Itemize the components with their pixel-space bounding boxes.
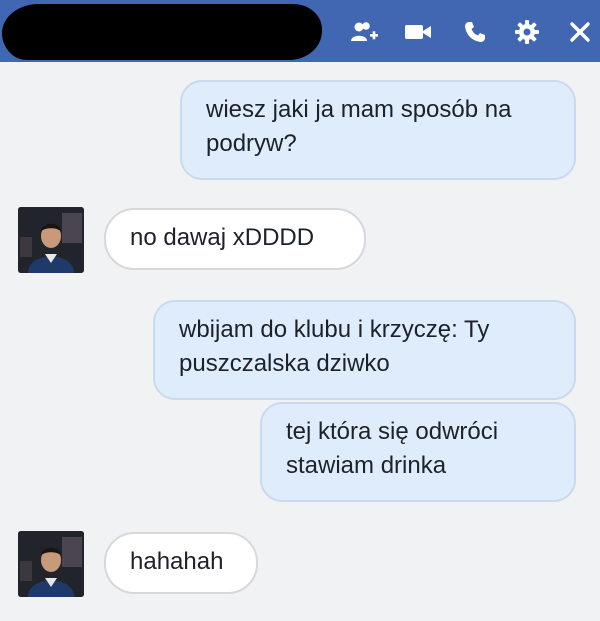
phone-call-icon[interactable] (460, 18, 490, 46)
message-bubble-incoming: hahahah (104, 532, 258, 594)
message-text: tej która się odwróci stawiam drinka (286, 418, 499, 479)
contact-avatar[interactable] (18, 207, 84, 273)
chat-header (0, 0, 600, 62)
contact-avatar[interactable] (18, 531, 84, 597)
settings-gear-icon[interactable] (512, 18, 542, 46)
video-call-icon[interactable] (403, 18, 433, 46)
message-text: no dawaj xDDDD (130, 224, 315, 251)
message-text: wbijam do klubu i krzyczę: Ty puszczalsk… (179, 316, 490, 377)
message-bubble-outgoing: tej która się odwróci stawiam drinka (260, 402, 576, 502)
message-text: hahahah (130, 548, 224, 575)
message-thread[interactable]: wiesz jaki ja mam sposób na podryw? no d… (0, 62, 600, 621)
redacted-contact-name (2, 4, 322, 60)
message-text: wiesz jaki ja mam sposób na podryw? (206, 96, 512, 157)
message-bubble-outgoing: wbijam do klubu i krzyczę: Ty puszczalsk… (153, 300, 576, 400)
close-icon[interactable] (565, 18, 595, 46)
message-bubble-outgoing: wiesz jaki ja mam sposób na podryw? (180, 80, 576, 180)
message-bubble-incoming: no dawaj xDDDD (104, 208, 366, 270)
add-people-icon[interactable] (350, 18, 380, 46)
